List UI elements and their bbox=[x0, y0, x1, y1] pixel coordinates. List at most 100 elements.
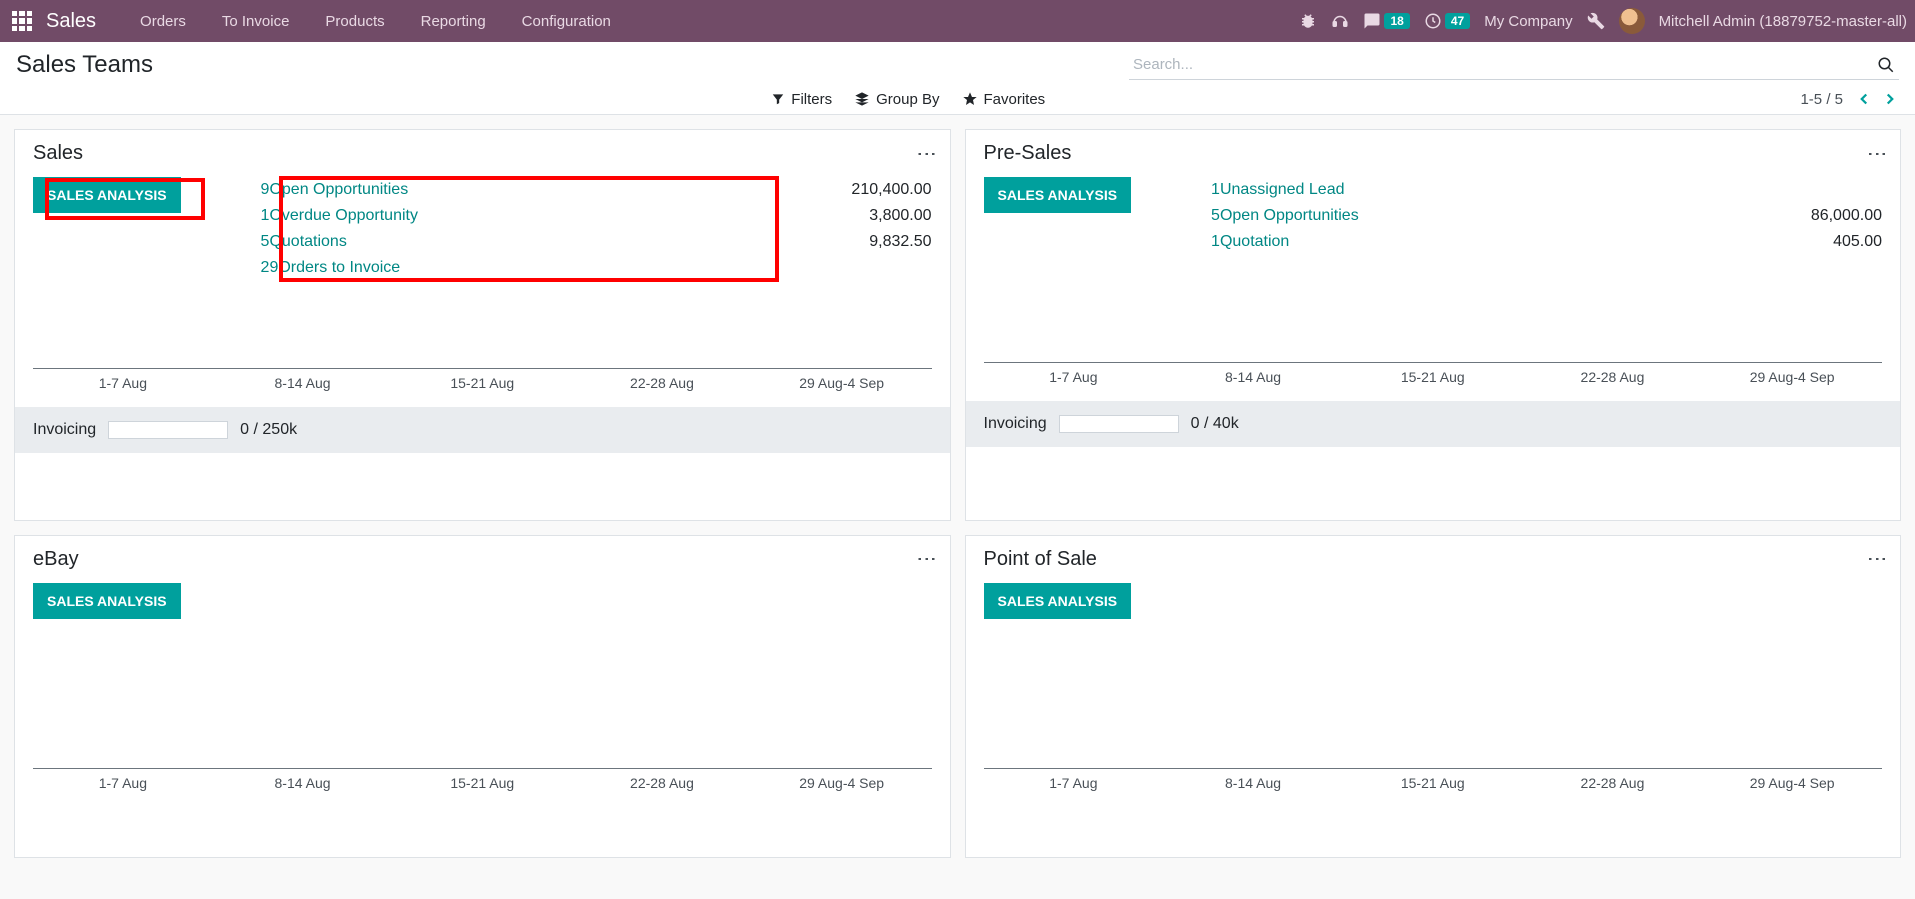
stats-list: 9Open Opportunities 210,400.00 1Overdue … bbox=[261, 177, 932, 281]
chart-x-label: 29 Aug-4 Sep bbox=[1702, 369, 1882, 385]
favorites-button[interactable]: Favorites bbox=[962, 91, 1046, 108]
stat-value: 9,832.50 bbox=[869, 229, 931, 255]
stat-row: 9Open Opportunities 210,400.00 bbox=[261, 177, 932, 203]
team-title[interactable]: eBay bbox=[33, 548, 79, 571]
chart-x-label: 1-7 Aug bbox=[33, 375, 213, 391]
chart-x-label: 8-14 Aug bbox=[1163, 775, 1343, 791]
apps-icon[interactable] bbox=[12, 11, 32, 31]
team-card: Point of Sale ⋮ SALES ANALYSIS 1-7 Aug8-… bbox=[965, 535, 1902, 859]
chart-x-label: 15-21 Aug bbox=[1343, 369, 1523, 385]
stat-link[interactable]: 29Orders to Invoice bbox=[261, 255, 932, 281]
stat-row: 1Quotation 405.00 bbox=[1211, 229, 1882, 255]
stat-value: 405.00 bbox=[1833, 229, 1882, 255]
team-title[interactable]: Sales bbox=[33, 142, 83, 165]
stat-row: 1Unassigned Lead bbox=[1211, 177, 1882, 203]
activities-badge: 47 bbox=[1445, 13, 1470, 29]
chart-x-label: 15-21 Aug bbox=[392, 375, 572, 391]
pager-value[interactable]: 1-5 / 5 bbox=[1800, 91, 1843, 108]
chart-x-label: 29 Aug-4 Sep bbox=[1702, 775, 1882, 791]
favorites-label: Favorites bbox=[984, 91, 1046, 108]
chart-x-label: 15-21 Aug bbox=[392, 775, 572, 791]
team-title[interactable]: Pre-Sales bbox=[984, 142, 1072, 165]
nav-to-invoice[interactable]: To Invoice bbox=[206, 13, 306, 30]
team-title[interactable]: Point of Sale bbox=[984, 548, 1097, 571]
nav-reporting[interactable]: Reporting bbox=[405, 13, 502, 30]
stat-link[interactable]: 1Quotation bbox=[1211, 229, 1833, 255]
stat-row: 5Open Opportunities 86,000.00 bbox=[1211, 203, 1882, 229]
messages-badge: 18 bbox=[1384, 13, 1409, 29]
user-avatar[interactable] bbox=[1619, 8, 1645, 34]
app-brand[interactable]: Sales bbox=[46, 10, 96, 33]
stat-value: 86,000.00 bbox=[1811, 203, 1882, 229]
invoicing-footer: Invoicing 0 / 40k bbox=[966, 401, 1901, 447]
team-card: Sales ⋮ SALES ANALYSIS 9Open Opportuniti… bbox=[14, 129, 951, 521]
top-navbar: Sales Orders To Invoice Products Reporti… bbox=[0, 0, 1915, 42]
chart-x-label: 29 Aug-4 Sep bbox=[752, 775, 932, 791]
stat-value: 210,400.00 bbox=[851, 177, 931, 203]
sales-analysis-button[interactable]: SALES ANALYSIS bbox=[33, 177, 181, 213]
chart-x-label: 22-28 Aug bbox=[1523, 369, 1703, 385]
stat-link[interactable]: 5Quotations bbox=[261, 229, 870, 255]
team-chart: 1-7 Aug8-14 Aug15-21 Aug22-28 Aug29 Aug-… bbox=[15, 697, 950, 791]
chart-x-label: 22-28 Aug bbox=[1523, 775, 1703, 791]
invoicing-footer: Invoicing 0 / 250k bbox=[15, 407, 950, 453]
nav-orders[interactable]: Orders bbox=[124, 13, 202, 30]
pager-next-icon[interactable] bbox=[1881, 90, 1899, 108]
groupby-label: Group By bbox=[876, 91, 939, 108]
invoicing-label: Invoicing bbox=[984, 415, 1047, 433]
groupby-button[interactable]: Group By bbox=[854, 91, 939, 108]
search-icon[interactable] bbox=[1877, 56, 1895, 74]
company-switcher[interactable]: My Company bbox=[1484, 13, 1572, 30]
filters-label: Filters bbox=[791, 91, 832, 108]
pager-prev-icon[interactable] bbox=[1855, 90, 1873, 108]
bug-icon[interactable] bbox=[1299, 12, 1317, 30]
sales-analysis-button[interactable]: SALES ANALYSIS bbox=[984, 583, 1132, 619]
chart-x-label: 1-7 Aug bbox=[984, 369, 1164, 385]
stat-link[interactable]: 1Overdue Opportunity bbox=[261, 203, 870, 229]
chart-x-label: 1-7 Aug bbox=[984, 775, 1164, 791]
support-icon[interactable] bbox=[1331, 12, 1349, 30]
activities-icon[interactable]: 47 bbox=[1424, 12, 1470, 30]
stat-row: 1Overdue Opportunity 3,800.00 bbox=[261, 203, 932, 229]
sales-analysis-button[interactable]: SALES ANALYSIS bbox=[984, 177, 1132, 213]
nav-configuration[interactable]: Configuration bbox=[506, 13, 627, 30]
team-card: Pre-Sales ⋮ SALES ANALYSIS 1Unassigned L… bbox=[965, 129, 1902, 521]
kebab-icon[interactable]: ⋮ bbox=[1872, 144, 1882, 164]
filters-button[interactable]: Filters bbox=[771, 91, 832, 108]
invoicing-label: Invoicing bbox=[33, 421, 96, 439]
stats-list bbox=[1211, 583, 1882, 681]
messages-icon[interactable]: 18 bbox=[1363, 12, 1409, 30]
chart-x-label: 8-14 Aug bbox=[213, 375, 393, 391]
chart-x-label: 8-14 Aug bbox=[1163, 369, 1343, 385]
stat-link[interactable]: 5Open Opportunities bbox=[1211, 203, 1811, 229]
stat-row: 29Orders to Invoice bbox=[261, 255, 932, 281]
chart-x-label: 8-14 Aug bbox=[213, 775, 393, 791]
kebab-icon[interactable]: ⋮ bbox=[922, 549, 932, 569]
team-card: eBay ⋮ SALES ANALYSIS 1-7 Aug8-14 Aug15-… bbox=[14, 535, 951, 859]
stats-list bbox=[261, 583, 932, 681]
invoicing-progress bbox=[108, 421, 228, 439]
stat-link[interactable]: 9Open Opportunities bbox=[261, 177, 852, 203]
nav-products[interactable]: Products bbox=[309, 13, 400, 30]
kanban-view: Sales ⋮ SALES ANALYSIS 9Open Opportuniti… bbox=[0, 115, 1915, 872]
search-input[interactable] bbox=[1129, 50, 1899, 80]
tools-icon[interactable] bbox=[1587, 12, 1605, 30]
stat-row: 5Quotations 9,832.50 bbox=[261, 229, 932, 255]
invoicing-progress bbox=[1059, 415, 1179, 433]
kebab-icon[interactable]: ⋮ bbox=[922, 144, 932, 164]
team-chart: 1-7 Aug8-14 Aug15-21 Aug22-28 Aug29 Aug-… bbox=[966, 697, 1901, 791]
chart-x-label: 1-7 Aug bbox=[33, 775, 213, 791]
sales-analysis-button[interactable]: SALES ANALYSIS bbox=[33, 583, 181, 619]
team-chart: 1-7 Aug8-14 Aug15-21 Aug22-28 Aug29 Aug-… bbox=[15, 297, 950, 391]
invoicing-value: 0 / 250k bbox=[240, 421, 297, 439]
invoicing-value: 0 / 40k bbox=[1191, 415, 1239, 433]
chart-x-label: 22-28 Aug bbox=[572, 375, 752, 391]
chart-x-label: 29 Aug-4 Sep bbox=[752, 375, 932, 391]
stat-link[interactable]: 1Unassigned Lead bbox=[1211, 177, 1882, 203]
user-menu[interactable]: Mitchell Admin (18879752-master-all) bbox=[1659, 13, 1907, 30]
stats-list: 1Unassigned Lead 5Open Opportunities 86,… bbox=[1211, 177, 1882, 275]
stat-value: 3,800.00 bbox=[869, 203, 931, 229]
kebab-icon[interactable]: ⋮ bbox=[1872, 549, 1882, 569]
chart-x-label: 15-21 Aug bbox=[1343, 775, 1523, 791]
control-panel: Sales Teams Filters Group By Favorites 1 bbox=[0, 42, 1915, 115]
